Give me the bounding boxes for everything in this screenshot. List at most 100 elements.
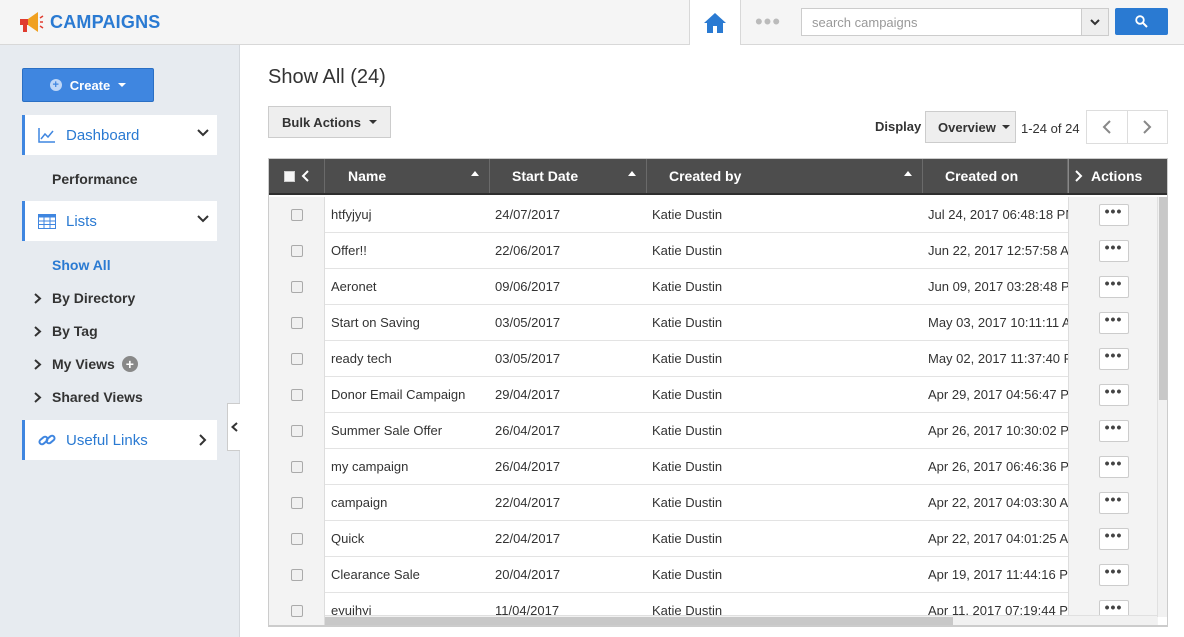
- table-row[interactable]: htfyjyuj 24/07/2017 Katie Dustin Jul 24, 20…: [269, 197, 1167, 233]
- cell-name[interactable]: my campaign: [325, 449, 490, 484]
- row-actions-button[interactable]: •••: [1098, 348, 1129, 370]
- sidebar-section-label: Useful Links: [66, 431, 148, 449]
- brand[interactable]: CAMPAIGNS: [16, 8, 160, 36]
- row-actions-button[interactable]: •••: [1098, 492, 1129, 514]
- sidebar-item-shared-views[interactable]: Shared Views: [34, 389, 143, 405]
- cell-name[interactable]: htfyjyuj: [325, 197, 490, 232]
- sidebar-section-label: Dashboard: [66, 126, 140, 144]
- row-checkbox[interactable]: [290, 497, 303, 509]
- table-row[interactable]: Quick 22/04/2017 Katie Dustin Apr 22, 2017 …: [269, 521, 1167, 557]
- table-row[interactable]: my campaign 26/04/2017 Katie Dustin Apr 26,…: [269, 449, 1167, 485]
- table-row[interactable]: Start on Saving 03/05/2017 Katie Dustin May…: [269, 305, 1167, 341]
- more-apps-icon[interactable]: •••: [748, 9, 788, 34]
- row-actions-button[interactable]: •••: [1098, 528, 1129, 550]
- cell-name[interactable]: Clearance Sale: [325, 557, 490, 592]
- table-row[interactable]: Summer Sale Offer 26/04/2017 Katie Dustin A…: [269, 413, 1167, 449]
- cell-name[interactable]: Aeronet: [325, 269, 490, 304]
- row-checkbox[interactable]: [290, 533, 303, 545]
- row-checkbox[interactable]: [290, 317, 303, 329]
- table-row[interactable]: ready tech 03/05/2017 Katie Dustin May 02, …: [269, 341, 1167, 377]
- search-button[interactable]: [1115, 8, 1168, 35]
- row-select-cell: [269, 557, 325, 593]
- sidebar-item-label: Shared Views: [52, 389, 143, 405]
- row-actions-button[interactable]: •••: [1098, 204, 1129, 226]
- row-checkbox[interactable]: [290, 281, 303, 293]
- row-select-cell: [269, 341, 325, 377]
- row-actions-cell: •••: [1068, 341, 1158, 377]
- table-row[interactable]: Clearance Sale 20/04/2017 Katie Dustin Apr …: [269, 557, 1167, 593]
- row-actions-cell: •••: [1068, 377, 1158, 413]
- bulk-actions-button[interactable]: Bulk Actions: [268, 106, 391, 138]
- sidebar-item-performance[interactable]: Performance: [52, 171, 138, 187]
- sidebar-item-by-tag[interactable]: By Tag: [34, 323, 98, 339]
- search-input[interactable]: [802, 9, 1082, 35]
- add-view-icon[interactable]: +: [121, 356, 138, 372]
- row-actions-button[interactable]: •••: [1098, 240, 1129, 262]
- row-checkbox[interactable]: [290, 569, 303, 581]
- vertical-scrollbar[interactable]: [1157, 197, 1167, 617]
- column-header-start-date[interactable]: Start Date: [490, 159, 647, 193]
- row-actions-cell: •••: [1068, 233, 1158, 269]
- row-checkbox[interactable]: [290, 353, 303, 365]
- table-row[interactable]: campaign 22/04/2017 Katie Dustin Apr 22, 20…: [269, 485, 1167, 521]
- chevron-left-icon: [1103, 120, 1112, 134]
- row-actions-button[interactable]: •••: [1098, 420, 1129, 442]
- next-page-button[interactable]: [1126, 111, 1167, 143]
- chevron-right-icon: [34, 325, 42, 337]
- sidebar: + Create Dashboard Performance Lists Sho…: [0, 45, 240, 637]
- cell-name[interactable]: campaign: [325, 485, 490, 520]
- row-actions-button[interactable]: •••: [1098, 312, 1129, 334]
- row-actions-button[interactable]: •••: [1098, 456, 1129, 478]
- chevron-left-icon[interactable]: [301, 170, 309, 182]
- cell-name[interactable]: Quick: [325, 521, 490, 556]
- sidebar-item-by-directory[interactable]: By Directory: [34, 290, 135, 306]
- cell-name[interactable]: Donor Email Campaign: [325, 377, 490, 412]
- horizontal-scrollbar[interactable]: [325, 615, 1157, 625]
- cell-start-date: 03/05/2017: [495, 351, 561, 366]
- row-checkbox[interactable]: [290, 209, 303, 221]
- cell-start-date: 26/04/2017: [495, 459, 561, 474]
- search-filter-dropdown[interactable]: [1081, 9, 1108, 35]
- sidebar-item-show-all[interactable]: Show All: [52, 257, 111, 273]
- table-row[interactable]: Offer!! 22/06/2017 Katie Dustin Jun 22, 201…: [269, 233, 1167, 269]
- cell-name[interactable]: Offer!!: [325, 233, 490, 268]
- sidebar-section-lists[interactable]: Lists: [22, 201, 217, 241]
- row-checkbox[interactable]: [290, 245, 303, 257]
- cell-name[interactable]: Summer Sale Offer: [325, 413, 490, 448]
- row-actions-button[interactable]: •••: [1098, 564, 1129, 586]
- sidebar-item-my-views[interactable]: My Views +: [34, 356, 138, 372]
- cell-name[interactable]: Start on Saving: [325, 305, 490, 340]
- display-select[interactable]: Overview: [925, 111, 1016, 143]
- row-actions-button[interactable]: •••: [1098, 384, 1129, 406]
- scrollbar-thumb[interactable]: [1159, 197, 1167, 400]
- row-checkbox[interactable]: [290, 605, 303, 617]
- row-select-cell: [269, 485, 325, 521]
- cell-created-by: Katie Dustin: [652, 495, 723, 510]
- sort-asc-icon: [628, 171, 636, 176]
- create-button[interactable]: + Create: [22, 68, 154, 102]
- row-select-cell: [269, 593, 325, 625]
- sidebar-section-useful-links[interactable]: Useful Links: [22, 420, 217, 460]
- select-all-checkbox[interactable]: [284, 170, 295, 182]
- scrollbar-thumb[interactable]: [325, 617, 953, 625]
- table-icon: [38, 213, 56, 229]
- sidebar-item-label: My Views: [52, 356, 115, 372]
- table-row[interactable]: Aeronet 09/06/2017 Katie Dustin Jun 09, 201…: [269, 269, 1167, 305]
- cell-name[interactable]: ready tech: [325, 341, 490, 376]
- column-header-label: Created by: [669, 168, 742, 184]
- home-button[interactable]: [689, 0, 741, 45]
- row-checkbox[interactable]: [290, 461, 303, 473]
- row-checkbox[interactable]: [290, 389, 303, 401]
- chevron-right-icon[interactable]: [1075, 170, 1083, 182]
- column-header-name[interactable]: Name: [325, 159, 490, 193]
- sidebar-section-dashboard[interactable]: Dashboard: [22, 115, 217, 155]
- row-actions-button[interactable]: •••: [1098, 276, 1129, 298]
- table-row[interactable]: Donor Email Campaign 29/04/2017 Katie Dust…: [269, 377, 1167, 413]
- previous-page-button[interactable]: [1087, 111, 1127, 143]
- column-header-created-on[interactable]: Created on: [923, 159, 1068, 193]
- sidebar-collapse-button[interactable]: [227, 403, 240, 451]
- caret-down-icon: [118, 83, 127, 87]
- row-checkbox[interactable]: [290, 425, 303, 437]
- chevron-right-icon: [34, 358, 42, 370]
- column-header-created-by[interactable]: Created by: [647, 159, 923, 193]
